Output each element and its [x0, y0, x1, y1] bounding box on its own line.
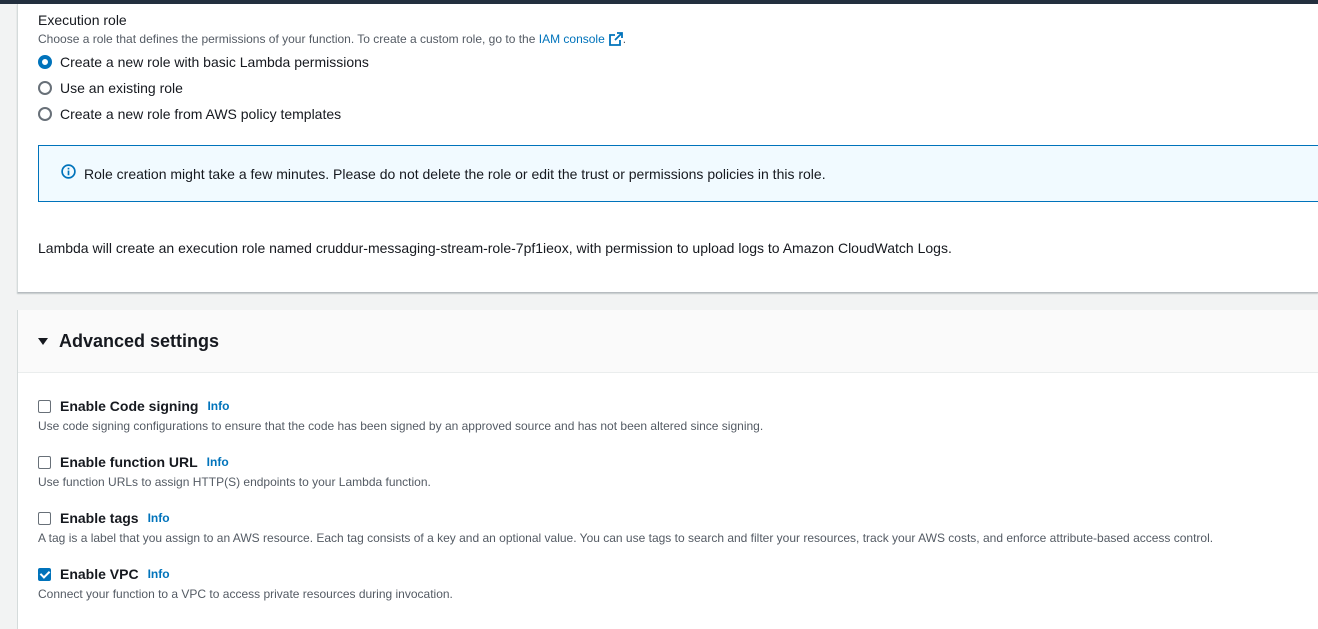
- info-link[interactable]: Info: [148, 567, 170, 581]
- advanced-settings-panel: Advanced settings Enable Code signing In…: [17, 310, 1318, 629]
- info-alert: Role creation might take a few minutes. …: [38, 145, 1318, 202]
- option-code-signing: Enable Code signing Info Use code signin…: [38, 397, 763, 433]
- info-link[interactable]: Info: [207, 455, 229, 469]
- info-link[interactable]: Info: [148, 511, 170, 525]
- caret-down-icon[interactable]: [38, 337, 48, 345]
- option-description: A tag is a label that you assign to an A…: [38, 531, 1214, 545]
- radio-create-role-from-templates[interactable]: Create a new role from AWS policy templa…: [38, 105, 341, 123]
- option-description: Connect your function to a VPC to access…: [38, 587, 453, 601]
- option-description: Use function URLs to assign HTTP(S) endp…: [38, 475, 431, 489]
- execution-role-description: Choose a role that defines the permissio…: [38, 32, 626, 49]
- advanced-settings-toggle[interactable]: Advanced settings: [18, 310, 1318, 373]
- option-label: Enable Code signing: [60, 398, 199, 414]
- option-label: Enable VPC: [60, 566, 139, 582]
- radio-use-existing-role[interactable]: Use an existing role: [38, 79, 183, 97]
- execution-role-description-end: .: [622, 32, 627, 46]
- option-tags: Enable tags Info A tag is a label that y…: [38, 509, 1213, 545]
- execution-role-title: Execution role: [38, 12, 127, 28]
- checkbox-vpc[interactable]: [38, 567, 51, 581]
- advanced-settings-title: Advanced settings: [59, 330, 220, 351]
- alert-text: Role creation might take a few minutes. …: [84, 165, 826, 182]
- external-link-icon[interactable]: [608, 32, 623, 49]
- radio-button[interactable]: [38, 107, 52, 121]
- option-vpc: Enable VPC Info Connect your function to…: [38, 565, 453, 601]
- option-label: Enable function URL: [60, 454, 198, 470]
- checkbox-tags[interactable]: [38, 511, 51, 525]
- radio-label: Create a new role with basic Lambda perm…: [60, 54, 369, 70]
- checkbox-function-url[interactable]: [38, 455, 51, 469]
- execution-role-description-text: Choose a role that defines the permissio…: [38, 32, 536, 46]
- option-description: Use code signing configurations to ensur…: [38, 419, 764, 433]
- execution-role-note: Lambda will create an execution role nam…: [38, 240, 952, 256]
- execution-role-panel: Execution role Choose a role that define…: [17, 4, 1318, 293]
- radio-button-selected[interactable]: [38, 55, 52, 69]
- info-link[interactable]: Info: [207, 399, 229, 413]
- option-label: Enable tags: [60, 510, 139, 526]
- radio-create-basic-role[interactable]: Create a new role with basic Lambda perm…: [38, 53, 369, 71]
- option-function-url: Enable function URL Info Use function UR…: [38, 453, 431, 489]
- radio-label: Use an existing role: [60, 80, 183, 96]
- info-circle-icon: [61, 163, 76, 184]
- checkbox-code-signing[interactable]: [38, 399, 51, 413]
- radio-button[interactable]: [38, 81, 52, 95]
- radio-label: Create a new role from AWS policy templa…: [60, 106, 342, 122]
- iam-console-link[interactable]: IAM console: [539, 32, 605, 46]
